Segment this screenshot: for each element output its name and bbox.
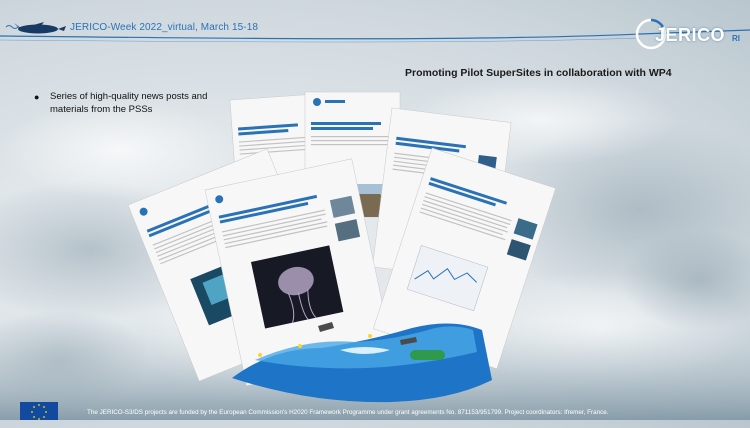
bullet-icon: ● <box>34 92 40 102</box>
bullet-item: Series of high-quality news posts and ma… <box>50 91 208 115</box>
event-title: JERICO-Week 2022_virtual, March 15-18 <box>70 22 259 33</box>
funding-footer: The JERICO-S3/DS projects are funded by … <box>87 409 609 416</box>
slide-background <box>0 18 750 420</box>
logo-text: JERICO <box>655 25 726 45</box>
glider-icon <box>5 22 66 34</box>
slide-title: Promoting Pilot SuperSites in collaborat… <box>405 67 672 79</box>
eu-stars-icon <box>31 404 47 420</box>
logo-suffix: RI <box>732 34 740 43</box>
